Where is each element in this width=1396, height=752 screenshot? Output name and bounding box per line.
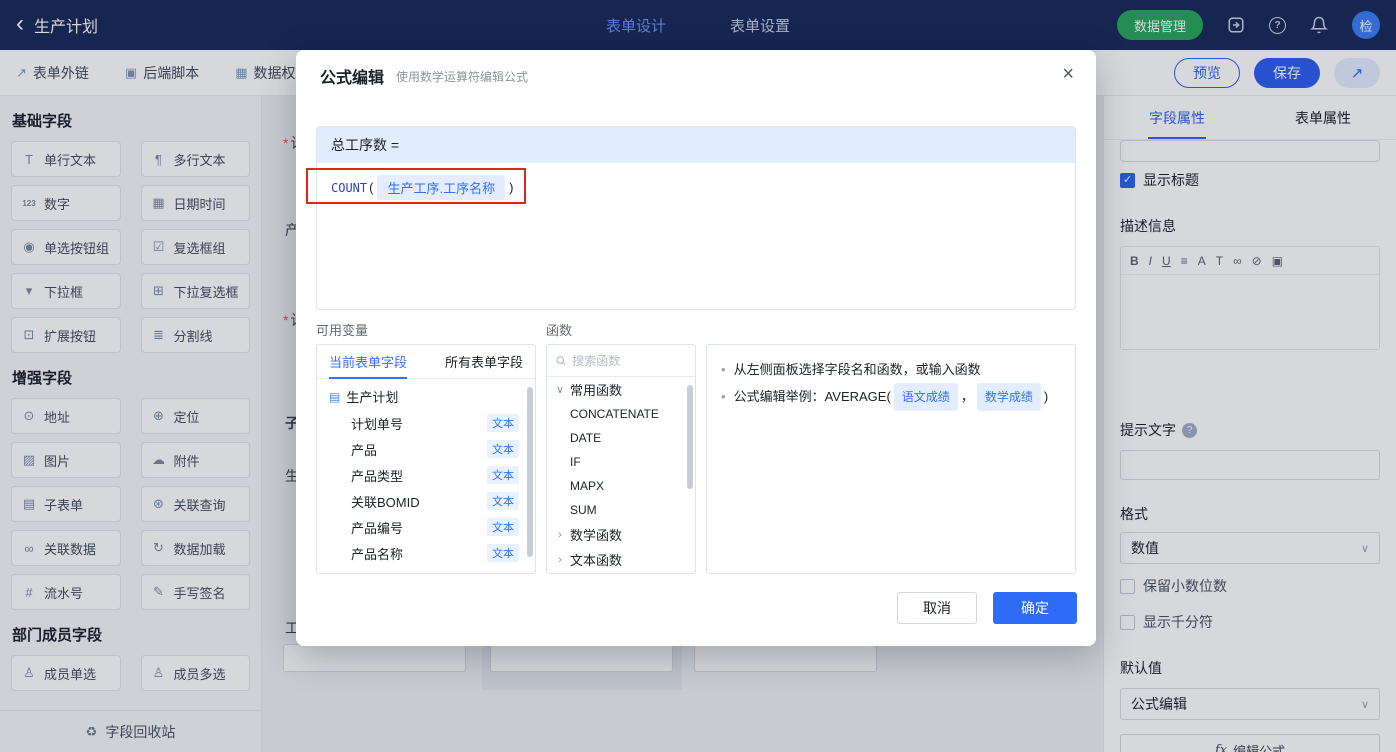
variable-row[interactable]: 产品名称 文本	[317, 540, 535, 566]
function-item-mapx[interactable]: MAPX	[547, 474, 695, 498]
formula-variable-chip[interactable]: 生产工序.工序名称	[377, 175, 506, 200]
cancel-button[interactable]: 取消	[897, 592, 977, 624]
tab-all-form-fields[interactable]: 所有表单字段	[445, 345, 523, 378]
search-icon	[556, 356, 566, 366]
field-type-badge: 文本	[487, 466, 519, 484]
example-variable-chip: 语文成绩	[893, 383, 958, 411]
ok-button[interactable]: 确定	[993, 592, 1077, 624]
modal-title: 公式编辑	[320, 70, 385, 87]
formula-editor: 总工序数 = COUNT ( 生产工序.工序名称 )	[306, 126, 1076, 310]
chevron-right-icon: ›	[558, 528, 562, 541]
example-variable-chip: 数学成绩	[976, 383, 1041, 411]
variable-row[interactable]: 计划单号 文本	[317, 410, 535, 436]
formula-help-panel: • 从左侧面板选择字段名和函数，或输入函数 • 公式编辑举例：AVERAGE(语文成…	[706, 344, 1076, 574]
field-type-badge: 文本	[487, 544, 519, 562]
variable-row[interactable]: 产品 文本	[317, 436, 535, 462]
scrollbar-thumb[interactable]	[527, 387, 533, 557]
variable-row[interactable]: 产品类型 文本	[317, 462, 535, 488]
close-icon[interactable]: ×	[1062, 64, 1074, 84]
function-group-text[interactable]: › 文本函数	[547, 547, 695, 572]
chevron-down-icon: ∨	[555, 384, 565, 396]
chevron-right-icon: ›	[558, 553, 562, 566]
help-tip-2: • 公式编辑举例：AVERAGE(语文成绩，数学成绩)	[721, 383, 1061, 411]
formula-function-name: COUNT	[331, 180, 368, 195]
function-item-if[interactable]: IF	[547, 450, 695, 474]
function-search	[547, 345, 695, 377]
variables-label: 可用变量	[316, 323, 369, 338]
variable-row[interactable]: 关联BOMID 文本	[317, 488, 535, 514]
function-group-math[interactable]: › 数学函数	[547, 522, 695, 547]
tab-current-form-fields[interactable]: 当前表单字段	[329, 345, 408, 379]
variables-tree-root[interactable]: ▤ 生产计划	[317, 379, 535, 410]
app-root: ‹ 生产计划 表单设计 表单设置 数据管理 ? 检 ↗ 表单外链 ▣ 后端脚本 …	[0, 0, 1396, 752]
functions-label: 函数	[546, 323, 573, 338]
functions-panel: ∨ 常用函数 CONCATENATE DATE IF MAPX SUM › 数学…	[546, 344, 696, 574]
formula-input-area[interactable]: COUNT ( 生产工序.工序名称 )	[317, 163, 1075, 212]
document-icon: ▤	[329, 389, 341, 404]
variable-row[interactable]: 产品编号 文本	[317, 514, 535, 540]
field-type-badge: 文本	[487, 492, 519, 510]
field-type-badge: 文本	[487, 518, 519, 536]
function-item-concatenate[interactable]: CONCATENATE	[547, 402, 695, 426]
function-group-common[interactable]: ∨ 常用函数	[547, 377, 695, 402]
field-type-badge: 文本	[487, 440, 519, 458]
variables-panel: 当前表单字段 所有表单字段 ▤ 生产计划 计划单号 文本 产品 文本 产品类型 文本 …	[316, 344, 536, 574]
help-tip-1: • 从左侧面板选择字段名和函数，或输入函数	[721, 362, 981, 377]
formula-target: 总工序数 =	[317, 127, 1075, 163]
function-search-input[interactable]	[572, 353, 687, 368]
formula-edit-modal: 公式编辑 使用数学运算符编辑公式 × 总工序数 = COUNT ( 生产工序.工…	[296, 50, 1096, 646]
function-item-sum[interactable]: SUM	[547, 498, 695, 522]
field-type-badge: 文本	[487, 414, 519, 432]
modal-subtitle: 使用数学运算符编辑公式	[396, 69, 529, 84]
scrollbar-thumb[interactable]	[687, 385, 693, 489]
function-item-date[interactable]: DATE	[547, 426, 695, 450]
